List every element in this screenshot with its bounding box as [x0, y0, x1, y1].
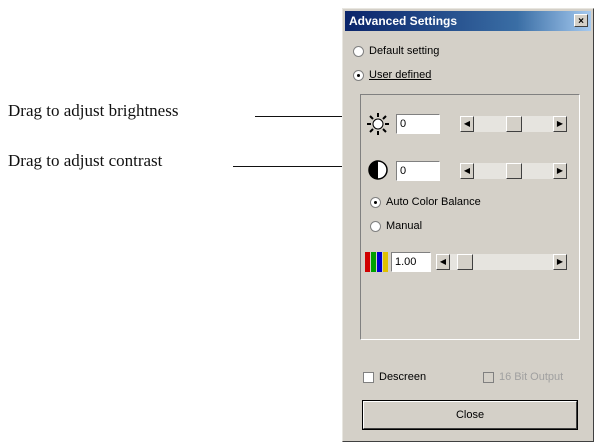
- brightness-right-arrow-icon[interactable]: ▶: [553, 116, 567, 132]
- brightness-left-arrow-icon[interactable]: ◀: [460, 116, 474, 132]
- contrast-value-field[interactable]: 0: [396, 161, 440, 181]
- descreen-option[interactable]: Descreen: [363, 371, 426, 383]
- default-setting-label: Default setting: [369, 45, 440, 57]
- user-defined-label: User defined: [369, 69, 432, 81]
- brightness-slider-thumb[interactable]: [505, 116, 522, 132]
- contrast-slider-thumb[interactable]: [505, 163, 522, 179]
- color-slider-track[interactable]: [436, 254, 567, 270]
- disabled-output-label: 16 Bit Output: [499, 371, 564, 383]
- settings-group-box: 0 ◀ ▶ 0 ◀ ▶ Auto Color Balance Manual 1.…: [360, 94, 580, 340]
- contrast-right-arrow-icon[interactable]: ▶: [553, 163, 567, 179]
- manual-radio[interactable]: [370, 220, 381, 232]
- gamma-value-field[interactable]: 1.00: [391, 252, 431, 272]
- descreen-checkbox[interactable]: [363, 371, 374, 383]
- brightness-value-field[interactable]: 0: [396, 114, 440, 134]
- default-setting-radio[interactable]: [353, 45, 364, 57]
- close-icon[interactable]: ×: [574, 14, 588, 27]
- auto-color-balance-option[interactable]: Auto Color Balance: [370, 196, 481, 208]
- contrast-left-arrow-icon[interactable]: ◀: [460, 163, 474, 179]
- color-left-arrow-icon[interactable]: ◀: [436, 254, 450, 270]
- close-button[interactable]: Close: [362, 400, 578, 430]
- color-right-arrow-icon[interactable]: ▶: [553, 254, 567, 270]
- auto-color-balance-label: Auto Color Balance: [386, 196, 481, 208]
- advanced-settings-dialog: Advanced Settings × Default setting User…: [342, 8, 594, 442]
- half-circle-icon: [368, 160, 388, 180]
- dialog-title: Advanced Settings: [349, 14, 458, 28]
- brightness-callout: Drag to adjust brightness: [8, 101, 179, 120]
- contrast-callout: Drag to adjust contrast: [8, 151, 163, 170]
- sun-icon: [367, 113, 389, 135]
- default-setting-option[interactable]: Default setting: [353, 45, 439, 57]
- manual-option[interactable]: Manual: [370, 220, 422, 232]
- color-slider-thumb[interactable]: [456, 254, 473, 270]
- manual-label: Manual: [386, 220, 423, 232]
- title-bar[interactable]: Advanced Settings ×: [345, 11, 591, 31]
- user-defined-radio[interactable]: [353, 69, 364, 81]
- disabled-output-checkbox: [483, 371, 494, 383]
- auto-color-balance-radio[interactable]: [370, 196, 381, 208]
- rgb-bars-icon: [365, 252, 388, 272]
- user-defined-option[interactable]: User defined: [353, 69, 431, 81]
- disabled-output-option: 16 Bit Output: [483, 371, 563, 383]
- descreen-label: Descreen: [379, 371, 427, 383]
